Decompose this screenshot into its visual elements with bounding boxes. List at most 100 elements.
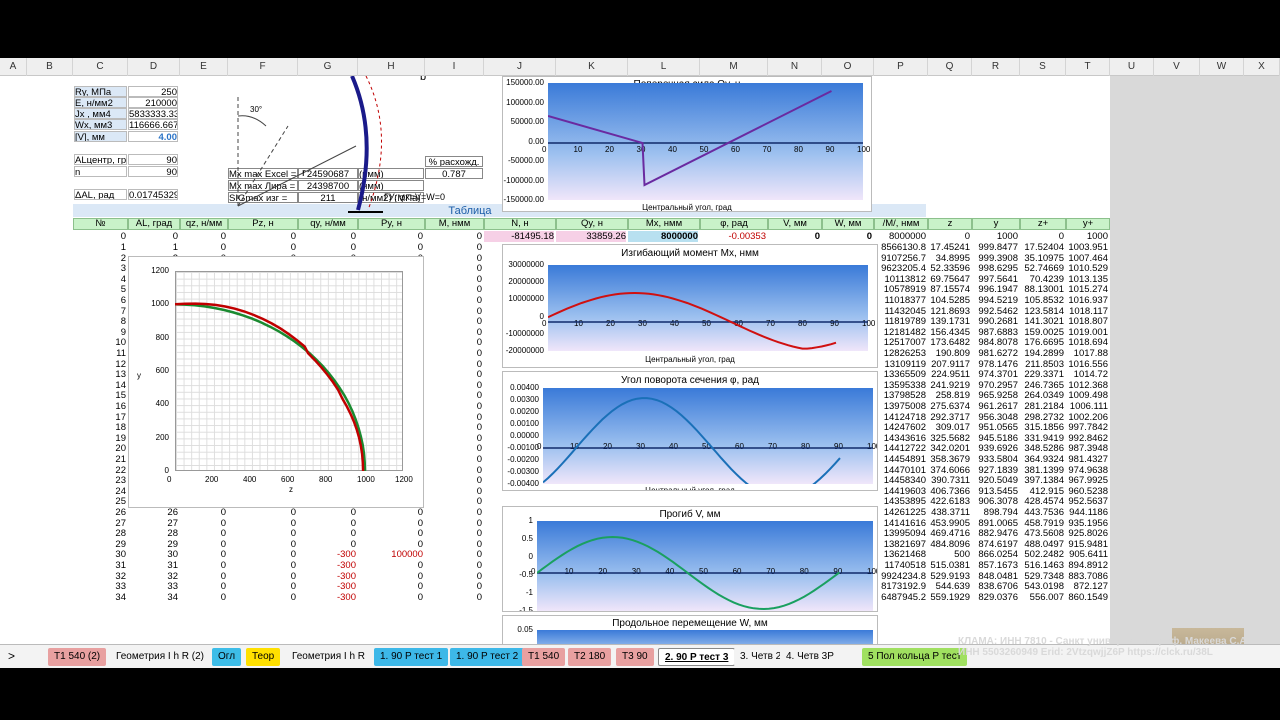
param-value[interactable]: 210000 — [128, 97, 178, 108]
table-cell[interactable]: 978.1476 — [972, 359, 1018, 370]
table-cell[interactable]: 0 — [425, 412, 482, 423]
table-cell[interactable]: 264.0349 — [1020, 390, 1064, 401]
table-cell[interactable]: 515.0381 — [928, 560, 970, 571]
row0-cell[interactable]: 0 — [1020, 231, 1064, 242]
column-header[interactable]: A — [0, 58, 27, 76]
column-header[interactable]: D — [128, 58, 180, 76]
table-cell[interactable]: 364.9324 — [1020, 454, 1064, 465]
table-cell[interactable]: 894.8912 — [1066, 560, 1108, 571]
sheet-tab[interactable]: Геометрия I h R — [286, 648, 372, 666]
table-cell[interactable]: 13109119 — [874, 359, 926, 370]
table-cell[interactable]: 1010.529 — [1066, 263, 1108, 274]
table-cell[interactable]: 1014.72 — [1066, 369, 1108, 380]
column-header[interactable]: M — [700, 58, 768, 76]
table-cell[interactable]: 27 — [128, 518, 178, 529]
table-cell[interactable]: 3 — [73, 263, 126, 274]
table-cell[interactable]: 381.1399 — [1020, 465, 1064, 476]
table-cell[interactable]: 992.5462 — [972, 306, 1018, 317]
table-cell[interactable]: 229.3371 — [1020, 369, 1064, 380]
table-cell[interactable]: 0 — [228, 507, 296, 518]
table-cell[interactable]: 0 — [358, 507, 423, 518]
table-cell[interactable]: 0 — [228, 528, 296, 539]
table-cell[interactable]: 12517007 — [874, 337, 926, 348]
param-value[interactable]: 0.01745329 — [128, 189, 178, 200]
table-cell[interactable]: 0 — [358, 560, 423, 571]
table-cell[interactable]: 14412722 — [874, 443, 926, 454]
param-value[interactable]: 90 — [128, 166, 178, 177]
table-cell[interactable]: 32 — [128, 571, 178, 582]
table-cell[interactable]: 0 — [298, 528, 356, 539]
row0-cell[interactable]: 1000 — [972, 231, 1018, 242]
sheet-tab[interactable]: 4. Четв 3P — [780, 648, 840, 666]
table-cell[interactable]: 1018.117 — [1066, 306, 1108, 317]
table-cell[interactable]: 970.2957 — [972, 380, 1018, 391]
table-cell[interactable]: 6 — [73, 295, 126, 306]
table-cell[interactable]: 984.8078 — [972, 337, 1018, 348]
table-cell[interactable]: 502.2482 — [1020, 549, 1064, 560]
table-cell[interactable]: 0 — [425, 571, 482, 582]
table-cell[interactable]: 428.4574 — [1020, 496, 1064, 507]
table-cell[interactable]: 915.9481 — [1066, 539, 1108, 550]
table-cell[interactable]: 1002.206 — [1066, 412, 1108, 423]
table-cell[interactable]: 1 — [73, 242, 126, 253]
column-header[interactable]: H — [358, 58, 425, 76]
column-header[interactable]: X — [1244, 58, 1280, 76]
table-cell[interactable]: 0 — [425, 486, 482, 497]
moment-chart[interactable]: Изгибающий момент Mx, нмм 30000000 2000000… — [502, 244, 878, 368]
table-cell[interactable]: 281.2184 — [1020, 401, 1064, 412]
table-cell[interactable]: 14343616 — [874, 433, 926, 444]
table-cell[interactable]: 159.0025 — [1020, 327, 1064, 338]
table-cell[interactable]: 23 — [73, 475, 126, 486]
table-cell[interactable]: 16 — [73, 401, 126, 412]
table-cell[interactable]: 0 — [180, 539, 226, 550]
table-cell[interactable]: 0 — [180, 549, 226, 560]
table-cell[interactable]: 0 — [425, 549, 482, 560]
table-cell[interactable]: 0 — [180, 528, 226, 539]
column-header[interactable]: G — [298, 58, 358, 76]
table-cell[interactable]: 0 — [425, 274, 482, 285]
row0-cell[interactable]: 0 — [768, 231, 820, 242]
table-cell[interactable]: 104.5285 — [928, 295, 970, 306]
table-cell[interactable]: 1018.807 — [1066, 316, 1108, 327]
row0-cell[interactable]: 0 — [822, 231, 872, 242]
table-cell[interactable]: 992.8462 — [1066, 433, 1108, 444]
table-cell[interactable]: 19 — [73, 433, 126, 444]
table-cell[interactable]: 965.9258 — [972, 390, 1018, 401]
row0-cell[interactable]: 0 — [298, 231, 356, 242]
table-cell[interactable]: 913.5455 — [972, 486, 1018, 497]
table-cell[interactable]: 0 — [228, 571, 296, 582]
column-header[interactable]: C — [73, 58, 128, 76]
table-cell[interactable]: 967.9925 — [1066, 475, 1108, 486]
table-cell[interactable]: 14141616 — [874, 518, 926, 529]
table-cell[interactable]: 207.9117 — [928, 359, 970, 370]
row0-cell[interactable]: 0 — [228, 231, 296, 242]
table-cell[interactable]: 17.45241 — [928, 242, 970, 253]
table-cell[interactable]: 0 — [425, 306, 482, 317]
table-cell[interactable]: 241.9219 — [928, 380, 970, 391]
table-cell[interactable]: 516.1463 — [1020, 560, 1064, 571]
shear-chart[interactable]: Поперечная сила Qy, н150000.00100000.005… — [502, 76, 872, 212]
table-cell[interactable]: 13595338 — [874, 380, 926, 391]
sheet-tab[interactable]: Теор — [246, 648, 281, 666]
param-value[interactable]: 116666.667 — [128, 119, 178, 130]
row0-cell[interactable]: 8000000 — [628, 231, 698, 242]
table-cell[interactable]: 1003.951 — [1066, 242, 1108, 253]
table-cell[interactable]: 0 — [425, 454, 482, 465]
table-cell[interactable]: 0 — [425, 560, 482, 571]
column-header[interactable]: U — [1110, 58, 1154, 76]
column-header[interactable]: N — [768, 58, 822, 76]
table-cell[interactable]: 87.15574 — [928, 284, 970, 295]
table-cell[interactable]: 34 — [128, 592, 178, 603]
table-cell[interactable]: 997.7842 — [1066, 422, 1108, 433]
column-header[interactable]: T — [1066, 58, 1110, 76]
shape-chart[interactable]: 1200 1000 800 600 400 200 0 0 200 400 600 800 1000 12… — [128, 256, 424, 508]
table-cell[interactable]: 21 — [73, 454, 126, 465]
table-cell[interactable]: 5 — [73, 284, 126, 295]
table-cell[interactable]: 0 — [228, 539, 296, 550]
nav-arrow[interactable]: > — [8, 649, 15, 663]
column-header[interactable]: R — [972, 58, 1020, 76]
table-cell[interactable]: 0 — [228, 518, 296, 529]
table-cell[interactable]: 1007.464 — [1066, 253, 1108, 264]
table-cell[interactable]: 13 — [73, 369, 126, 380]
table-cell[interactable]: 987.6883 — [972, 327, 1018, 338]
